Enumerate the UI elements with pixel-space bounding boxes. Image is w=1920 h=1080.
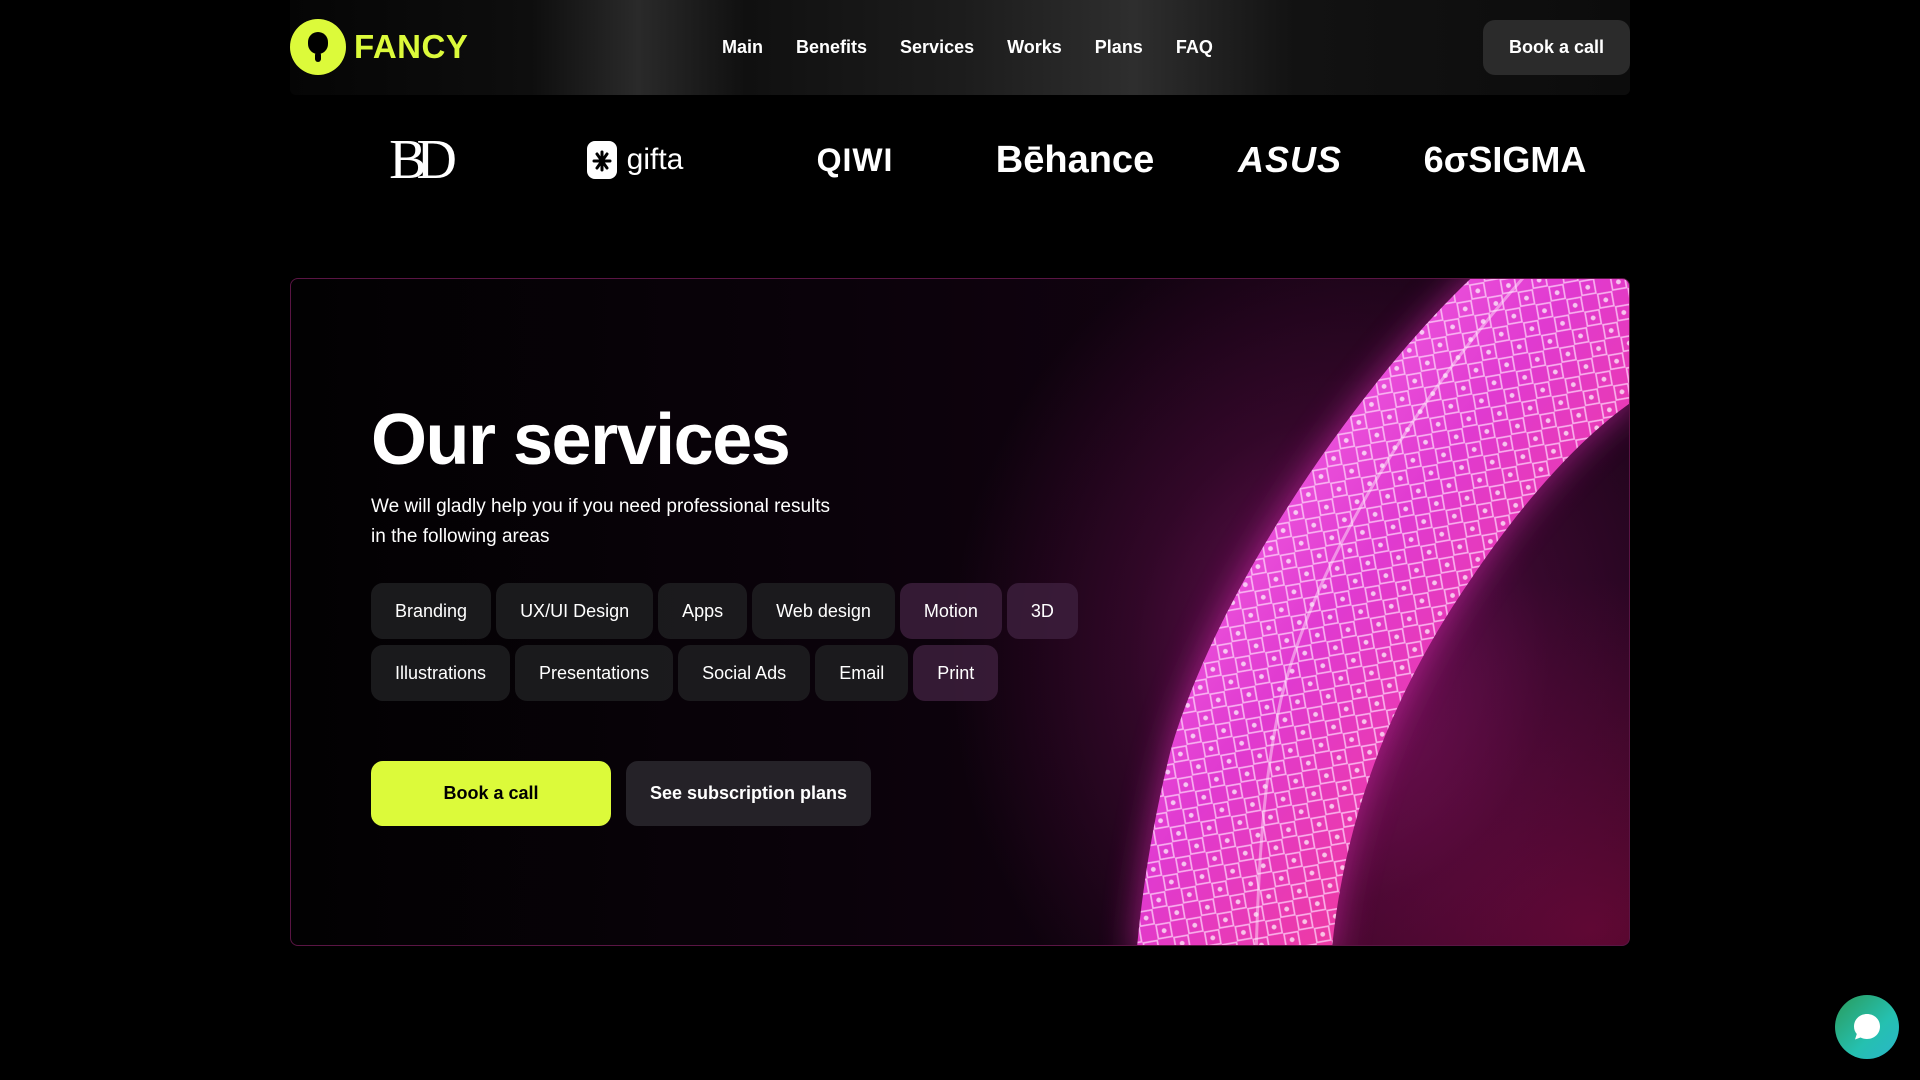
sixsigma-logo-text: 6σSIGMA xyxy=(1423,139,1587,180)
partner-logos: BD gifta QIWI Bēhance ASUS 6σSIGMA xyxy=(290,120,1630,200)
qiwi-logo-text: QIWI xyxy=(816,141,894,178)
logo-mark-icon xyxy=(290,19,346,75)
sixsigma-logo: 6σSIGMA xyxy=(1420,120,1590,200)
tag-social-ads[interactable]: Social Ads xyxy=(678,645,811,701)
behance-logo-text: Bēhance xyxy=(995,138,1155,181)
header-book-call-button[interactable]: Book a call xyxy=(1483,20,1630,75)
see-subscription-plans-button[interactable]: See subscription plans xyxy=(626,761,871,826)
tag-ux-ui-design[interactable]: UX/UI Design xyxy=(496,583,654,639)
bd-logo-text: BD xyxy=(389,129,457,191)
tag-apps[interactable]: Apps xyxy=(658,583,748,639)
asus-logo-text: ASUS xyxy=(1237,139,1343,180)
tag-branding[interactable]: Branding xyxy=(371,583,492,639)
tag-presentations[interactable]: Presentations xyxy=(515,645,674,701)
logo-text: FANCY xyxy=(354,28,469,65)
tag-print[interactable]: Print xyxy=(913,645,999,701)
chat-widget-button[interactable] xyxy=(1835,995,1899,1059)
nav-plans[interactable]: Plans xyxy=(1095,37,1143,58)
services-card: Our services We will gladly help you if … xyxy=(290,278,1630,946)
service-tags-row-1: Branding UX/UI Design Apps Web design Mo… xyxy=(371,583,1131,639)
gifta-logo-text: gifta xyxy=(626,143,684,176)
services-subtitle-line-1: We will gladly help you if you need prof… xyxy=(371,496,831,517)
tag-3d[interactable]: 3D xyxy=(1006,583,1078,639)
asus-logo: ASUS xyxy=(1220,120,1360,200)
fancy-logo[interactable]: FANCY xyxy=(290,19,468,75)
services-subtitle: We will gladly help you if you need prof… xyxy=(371,492,851,552)
chat-bubble-icon xyxy=(1854,1014,1880,1040)
book-call-button[interactable]: Book a call xyxy=(371,761,611,826)
nav-benefits[interactable]: Benefits xyxy=(796,37,867,58)
tag-motion[interactable]: Motion xyxy=(899,583,1002,639)
site-header: FANCY Main Benefits Services Works Plans… xyxy=(290,0,1630,95)
behance-logo: Bēhance xyxy=(990,120,1160,200)
gifta-logo: gifta xyxy=(570,120,700,200)
gifta-mark-icon xyxy=(586,141,617,179)
tag-email[interactable]: Email xyxy=(815,645,909,701)
service-tags: Branding UX/UI Design Apps Web design Mo… xyxy=(371,583,1131,707)
services-title: Our services xyxy=(371,400,791,480)
qiwi-logo: QIWI xyxy=(785,120,925,200)
nav-works[interactable]: Works xyxy=(1007,37,1062,58)
nav-faq[interactable]: FAQ xyxy=(1176,37,1213,58)
main-nav: Main Benefits Services Works Plans FAQ xyxy=(722,0,1246,95)
bd-logo: BD xyxy=(368,120,468,200)
tag-web-design[interactable]: Web design xyxy=(752,583,895,639)
nav-services[interactable]: Services xyxy=(900,37,974,58)
tag-illustrations[interactable]: Illustrations xyxy=(371,645,511,701)
service-tags-row-2: Illustrations Presentations Social Ads E… xyxy=(371,645,1131,701)
nav-main[interactable]: Main xyxy=(722,37,763,58)
services-subtitle-line-2: in the following areas xyxy=(371,526,550,547)
